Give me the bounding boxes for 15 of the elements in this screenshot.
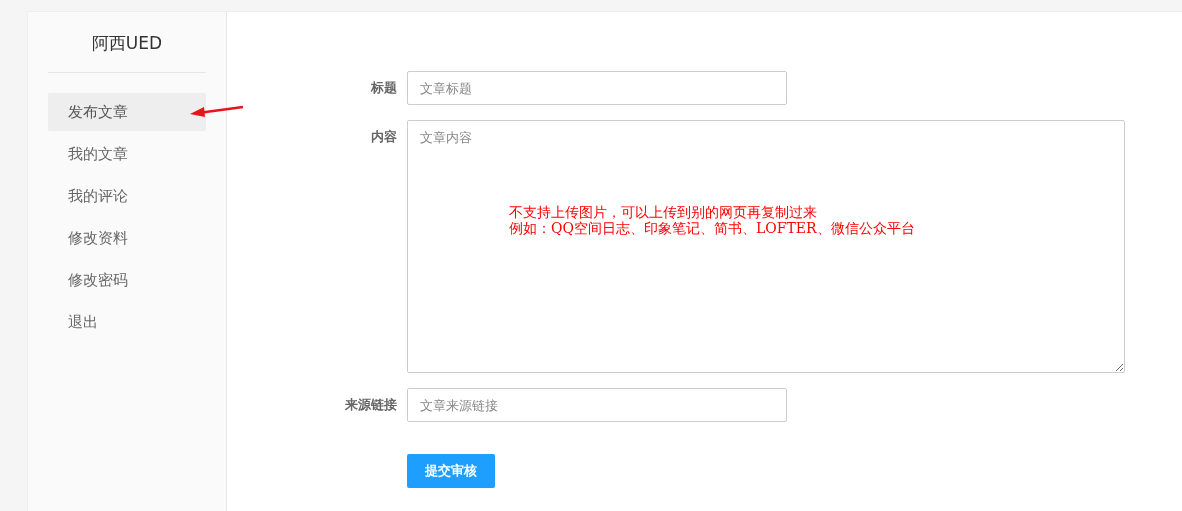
sidebar-item[interactable]: 发布文章: [48, 93, 206, 131]
sidebar-item[interactable]: 我的文章: [48, 135, 206, 173]
sidebar-item[interactable]: 修改资料: [48, 219, 206, 257]
field-label: 标题: [370, 79, 398, 97]
sidebar-item[interactable]: 我的评论: [48, 177, 206, 215]
input-field[interactable]: 文章标题: [407, 71, 787, 105]
annotation-text: 例如：QQ空间日志、印象笔记、简书、LOFTER、微信公众平台: [509, 220, 915, 236]
field-label: 内容: [370, 128, 398, 146]
sidebar-item[interactable]: 修改密码: [48, 261, 206, 299]
field-label: 来源链接: [344, 396, 398, 414]
annotation-text: 不支持上传图片，可以上传到别的网页再复制过来: [509, 204, 818, 220]
sidebar-item[interactable]: 退出: [48, 303, 206, 341]
arrow-icon: [190, 104, 244, 118]
site-title: 阿西UED: [90, 32, 164, 54]
input-field[interactable]: 文章来源链接: [407, 388, 787, 422]
